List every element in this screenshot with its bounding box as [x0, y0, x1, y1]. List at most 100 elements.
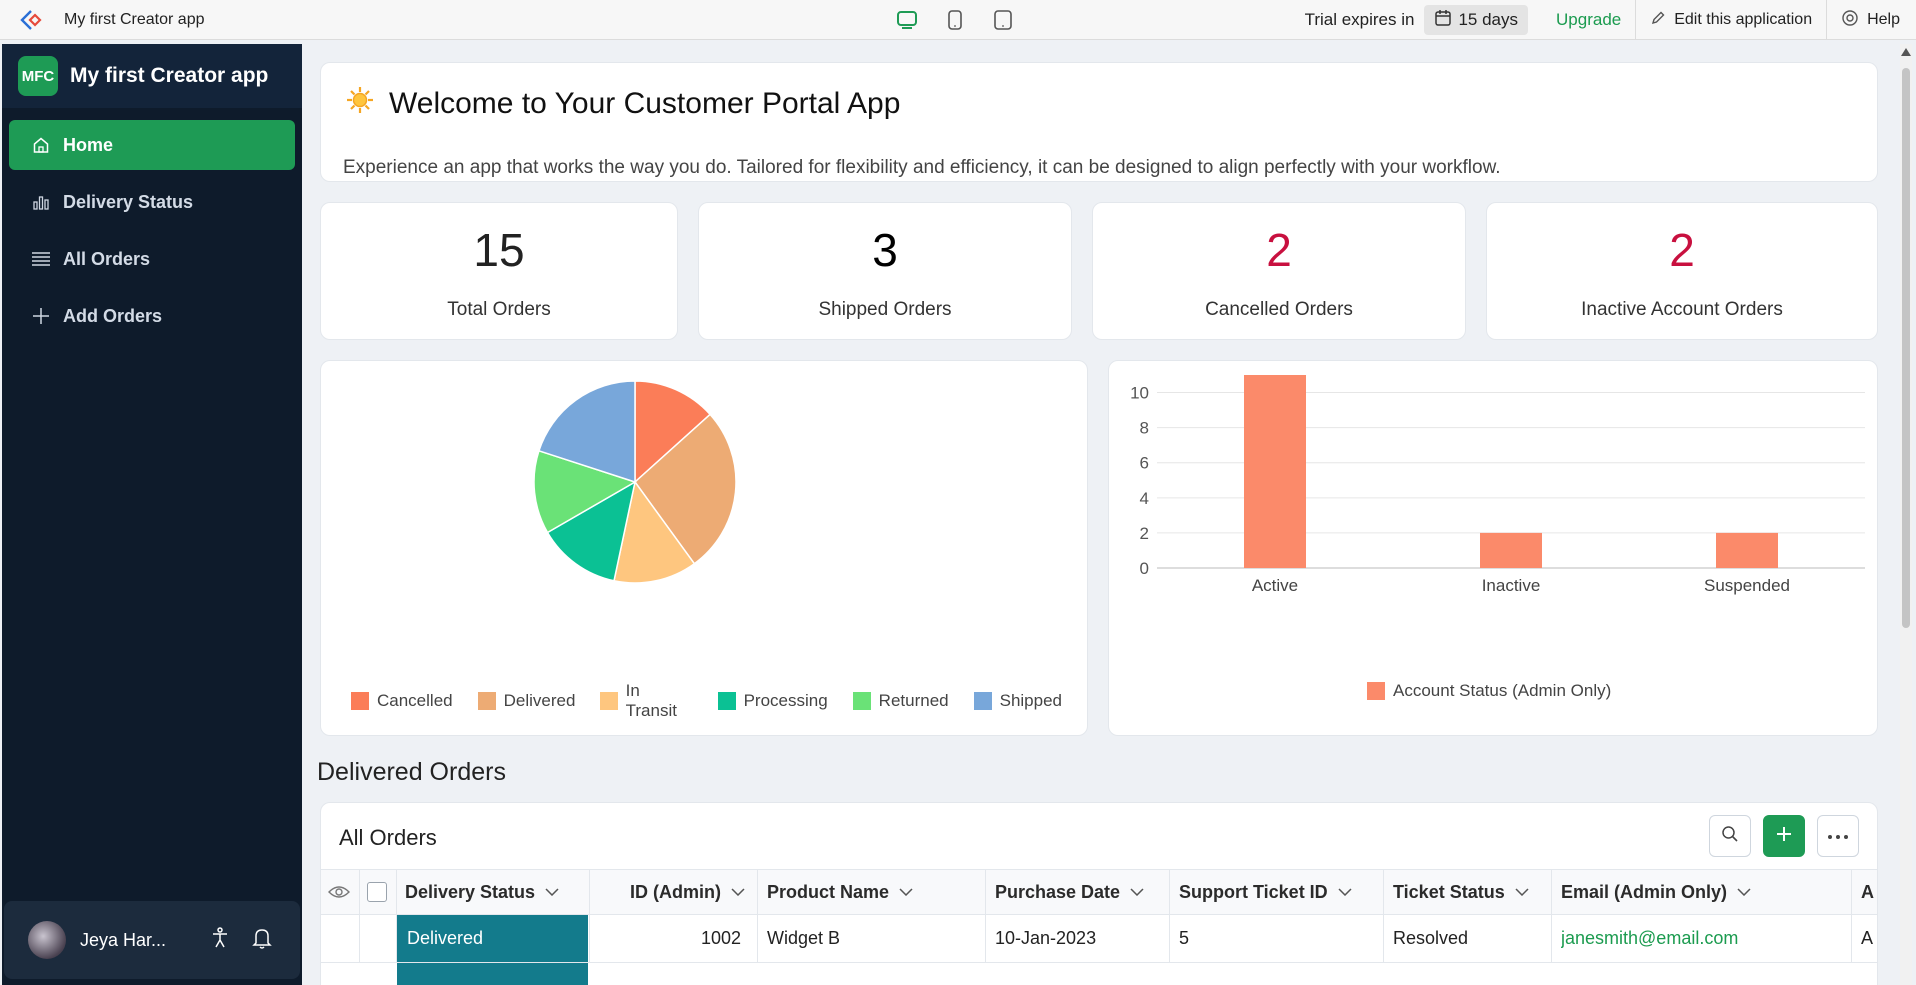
- mobile-view-icon[interactable]: [991, 8, 1015, 32]
- support-ticket-id-cell[interactable]: 5: [1179, 915, 1379, 962]
- edit-application-label: Edit this application: [1674, 11, 1813, 28]
- stat-card-inactive-account-orders[interactable]: 2 Inactive Account Orders: [1486, 202, 1878, 340]
- column-header-delivery-status[interactable]: Delivery Status: [405, 870, 585, 914]
- delivery-status-cell[interactable]: [397, 963, 588, 985]
- legend-label: Processing: [743, 691, 828, 710]
- bar-inactive[interactable]: [1480, 532, 1542, 568]
- column-header-email[interactable]: Email (Admin Only): [1561, 870, 1851, 914]
- stat-card-total-orders[interactable]: 15 Total Orders: [320, 202, 678, 340]
- divider: [1169, 870, 1170, 914]
- divider: [1551, 870, 1552, 914]
- legend-item[interactable]: Delivered: [477, 691, 575, 711]
- legend-label: Cancelled: [377, 691, 453, 710]
- edit-application-button[interactable]: Edit this application: [1636, 10, 1826, 31]
- column-label: Support Ticket ID: [1179, 881, 1328, 902]
- delivery-status-pie-card: Cancelled Delivered In Transit Processing Re…: [320, 360, 1088, 736]
- main-content: Welcome to Your Customer Portal App Expe…: [302, 44, 1898, 985]
- y-tick-label: 6: [1140, 454, 1149, 473]
- table-row[interactable]: Delivered 1002 Widget B 10-Jan-2023 5 Re…: [321, 915, 1877, 963]
- column-header-id[interactable]: ID (Admin): [591, 870, 751, 914]
- avatar[interactable]: [28, 921, 66, 959]
- table-row-partial[interactable]: [321, 963, 1877, 985]
- accessibility-icon[interactable]: [210, 926, 230, 954]
- legend-item[interactable]: In Transit: [600, 681, 692, 721]
- truncated-cell[interactable]: A: [1861, 915, 1877, 962]
- sidebar-item-delivery-status[interactable]: Delivery Status: [9, 177, 295, 227]
- column-label: ID (Admin): [630, 881, 721, 902]
- trial-badge: 15 days: [1424, 5, 1529, 35]
- divider: [359, 870, 360, 914]
- ticket-status-cell[interactable]: Resolved: [1393, 915, 1543, 962]
- bar-suspended[interactable]: [1716, 532, 1778, 568]
- user-name[interactable]: Jeya Har...: [80, 930, 176, 951]
- all-orders-table-card: All Orders Delivery Status ID (Admin) Pr…: [320, 802, 1878, 985]
- trial-days: 15 days: [1458, 10, 1519, 29]
- column-header-purchase-date[interactable]: Purchase Date: [995, 870, 1175, 914]
- stat-card-cancelled-orders[interactable]: 2 Cancelled Orders: [1092, 202, 1466, 340]
- user-actions: [210, 926, 272, 954]
- add-record-button[interactable]: [1763, 815, 1805, 857]
- chevron-down-icon: [1338, 888, 1352, 896]
- legend-item[interactable]: Processing: [717, 691, 828, 711]
- legend-swatch: [1367, 682, 1385, 700]
- legend-swatch: [477, 692, 496, 710]
- sidebar-item-home[interactable]: Home: [9, 120, 295, 170]
- divider: [985, 915, 986, 962]
- scrollbar-thumb[interactable]: [1902, 68, 1910, 628]
- creator-logo-icon[interactable]: [10, 0, 54, 40]
- page-scrollbar[interactable]: [1900, 44, 1912, 985]
- column-header-support-ticket-id[interactable]: Support Ticket ID: [1179, 870, 1379, 914]
- divider: [396, 870, 397, 914]
- divider: [985, 870, 986, 914]
- eye-icon[interactable]: [321, 870, 357, 914]
- trial-text: Trial expires in: [1304, 10, 1415, 29]
- stat-label: Shipped Orders: [818, 299, 952, 320]
- id-cell[interactable]: 1002: [591, 915, 741, 962]
- column-label: Delivery Status: [405, 881, 536, 902]
- sidebar-item-add-orders[interactable]: Add Orders: [9, 291, 295, 341]
- legend-item[interactable]: Returned: [852, 691, 949, 711]
- column-header-truncated[interactable]: A: [1861, 870, 1877, 914]
- legend-item[interactable]: Account Status (Admin Only): [1367, 681, 1611, 701]
- legend-item[interactable]: Cancelled: [351, 691, 453, 711]
- stat-value: 3: [872, 224, 898, 276]
- legend-swatch: [600, 692, 618, 710]
- column-header-ticket-status[interactable]: Ticket Status: [1393, 870, 1553, 914]
- device-switch: [895, 8, 1015, 32]
- search-button[interactable]: [1709, 815, 1751, 857]
- stat-value: 15: [473, 224, 525, 276]
- divider: [1383, 870, 1384, 914]
- table-title: All Orders: [339, 825, 437, 850]
- more-options-button[interactable]: [1817, 815, 1859, 857]
- topbar-right: Trial expires in 15 days Upgrade Edit th…: [1305, 0, 1916, 40]
- column-header-product-name[interactable]: Product Name: [767, 870, 977, 914]
- welcome-subtitle: Experience an app that works the way you…: [343, 157, 1501, 178]
- bell-icon[interactable]: [252, 927, 272, 954]
- help-button[interactable]: Help: [1827, 9, 1916, 32]
- chevron-down-icon: [545, 888, 559, 896]
- purchase-date-cell[interactable]: 10-Jan-2023: [995, 915, 1165, 962]
- home-icon: [31, 135, 51, 155]
- stat-card-shipped-orders[interactable]: 3 Shipped Orders: [698, 202, 1072, 340]
- email-cell[interactable]: janesmith@email.com: [1561, 915, 1846, 962]
- divider: [757, 870, 758, 914]
- delivery-status-cell[interactable]: Delivered: [397, 915, 588, 962]
- divider: [1851, 915, 1852, 962]
- y-tick-label: 4: [1140, 489, 1149, 508]
- welcome-title: Welcome to Your Customer Portal App: [389, 87, 901, 120]
- tablet-view-icon[interactable]: [943, 8, 967, 32]
- welcome-card: Welcome to Your Customer Portal App Expe…: [320, 62, 1878, 182]
- chevron-down-icon: [731, 888, 745, 896]
- desktop-view-icon[interactable]: [895, 8, 919, 32]
- scroll-up-arrow[interactable]: [1901, 48, 1911, 56]
- sidebar-item-all-orders[interactable]: All Orders: [9, 234, 295, 284]
- sidebar: MFC My first Creator app Home Delivery S…: [2, 44, 302, 985]
- product-name-cell[interactable]: Widget B: [767, 915, 977, 962]
- column-label: Ticket Status: [1393, 881, 1505, 902]
- upgrade-link[interactable]: Upgrade: [1556, 10, 1621, 30]
- legend-item[interactable]: Shipped: [973, 691, 1062, 711]
- select-all-checkbox[interactable]: [365, 870, 389, 914]
- bar-active[interactable]: [1244, 375, 1306, 568]
- sidebar-item-label: All Orders: [63, 248, 151, 269]
- section-title: Delivered Orders: [317, 758, 506, 786]
